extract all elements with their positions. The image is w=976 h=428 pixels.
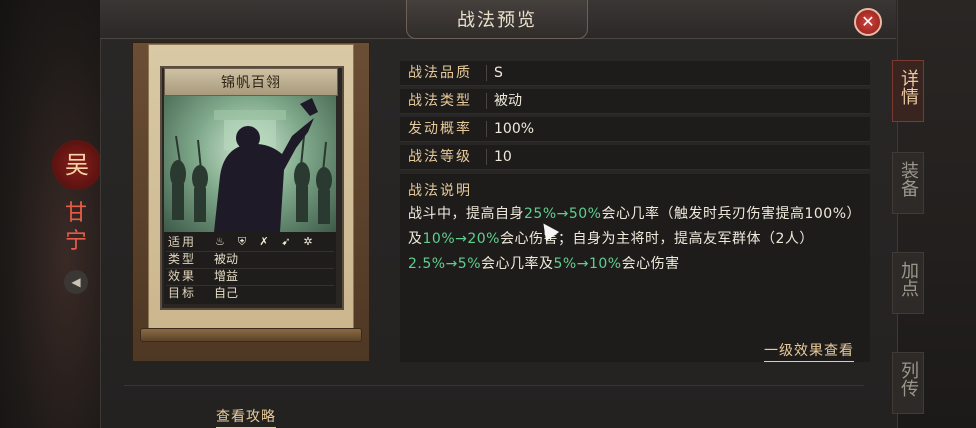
divider — [486, 149, 487, 165]
tab-equipment-label: 装备 — [898, 161, 919, 197]
stat-value: 被动 — [214, 252, 239, 266]
attr-row-probability: 发动概率 100% — [400, 117, 870, 142]
desc-highlight: 25%→50% — [524, 206, 602, 222]
shield-icon: ⛨ — [237, 235, 247, 248]
unit-type-icons: ♨ ⛨ ✗ ➹ ✲ — [212, 234, 316, 250]
desc-highlight: 5%→10% — [553, 256, 622, 272]
tab-biography[interactable]: 列传 — [892, 352, 924, 414]
desc-highlight: 2.5%→5% — [408, 256, 482, 272]
stat-row-type: 类型 被动 — [166, 251, 334, 269]
stat-label: 目标 — [168, 286, 197, 300]
attr-value: S — [494, 65, 503, 81]
attr-value: 被动 — [494, 93, 522, 109]
stat-value: 自己 — [214, 286, 239, 300]
tab-equipment[interactable]: 装备 — [892, 152, 924, 214]
tab-points-label: 加点 — [898, 261, 919, 297]
attr-label: 战法等级 — [408, 149, 472, 165]
card-title-plate: 锦帆百翎 — [164, 68, 338, 96]
description-text: 战斗中，提高自身25%→50%会心几率（触发时兵刃伤害提高100%）及10%→2… — [408, 202, 866, 277]
desc-segment: 战斗中，提高自身 — [408, 206, 524, 222]
crossbow-icon: ✗ — [259, 235, 269, 248]
attr-row-level: 战法等级 10 — [400, 145, 870, 170]
level-one-effect-link[interactable]: 一级效果查看 — [764, 340, 854, 362]
attr-value: 10 — [494, 149, 512, 165]
tab-biography-label: 列传 — [898, 361, 919, 397]
hero-name: 甘宁 — [64, 201, 87, 254]
divider — [486, 65, 487, 81]
tab-details-label: 详情 — [898, 69, 919, 105]
desc-segment: 会心伤害 — [621, 256, 680, 272]
speaker-icon[interactable]: ◀ — [64, 270, 88, 294]
attr-label: 发动概率 — [408, 121, 472, 137]
card-title: 锦帆百翎 — [221, 75, 281, 91]
desc-highlight: 10%→20% — [422, 231, 500, 247]
background-left — [0, 0, 110, 428]
stat-value: 增益 — [214, 269, 239, 283]
close-button[interactable]: ✕ — [854, 8, 882, 36]
spear-icon: ➹ — [281, 235, 291, 248]
attr-row-type: 战法类型 被动 — [400, 89, 870, 114]
stat-label: 效果 — [168, 269, 197, 283]
desc-segment: 会心几率及 — [481, 256, 554, 272]
scroll-rod — [140, 328, 362, 342]
fire-icon: ♨ — [215, 235, 225, 248]
attr-label: 战法类型 — [408, 93, 472, 109]
stat-row-target: 目标 自己 — [166, 285, 334, 302]
faction-badge: 吴 — [52, 140, 102, 190]
attr-label: 战法品质 — [408, 65, 472, 81]
tab-details[interactable]: 详情 — [892, 60, 924, 122]
view-guide-link[interactable]: 查看攻略 — [216, 406, 276, 428]
stat-label: 适用 — [168, 235, 197, 249]
divider — [486, 93, 487, 109]
title-plate: 战法预览 — [406, 0, 588, 39]
tab-points[interactable]: 加点 — [892, 252, 924, 314]
description-label: 战法说明 — [408, 183, 472, 199]
stat-label: 类型 — [168, 252, 197, 266]
footer-divider — [124, 385, 864, 386]
stat-row-applicable: 适用 ♨ ⛨ ✗ ➹ ✲ — [166, 234, 334, 252]
attr-value: 100% — [494, 121, 535, 137]
card-artwork — [164, 96, 336, 232]
attr-row-quality: 战法品质 S — [400, 61, 870, 86]
wheel-icon: ✲ — [303, 235, 313, 248]
divider — [486, 121, 487, 137]
window-title: 战法预览 — [457, 10, 537, 31]
stat-row-effect: 效果 增益 — [166, 268, 334, 286]
